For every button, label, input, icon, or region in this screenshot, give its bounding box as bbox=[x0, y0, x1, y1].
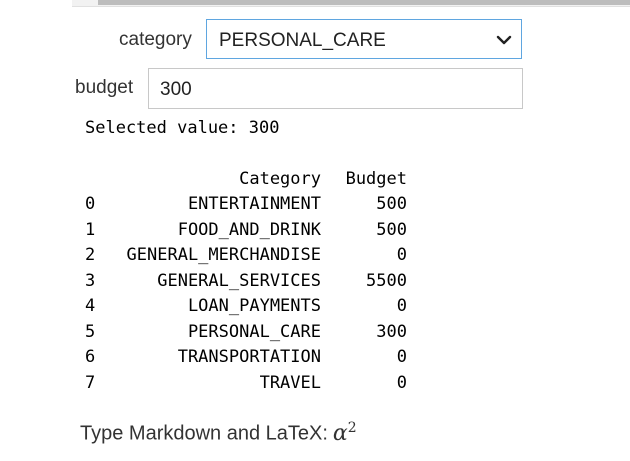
budget-dataframe: Category Budget 0 ENTERTAINMENT 500 1 FO… bbox=[85, 166, 407, 396]
row-category: FOOD_AND_DRINK bbox=[177, 219, 321, 240]
selected-value-output: Selected value: 300 bbox=[85, 118, 280, 138]
table-row: 7 TRAVEL 0 bbox=[85, 370, 407, 396]
row-index: 4 bbox=[85, 296, 96, 317]
row-category: LOAN_PAYMENTS bbox=[187, 296, 321, 317]
row-category: PERSONAL_CARE bbox=[187, 321, 321, 342]
category-column-header: Category bbox=[239, 168, 321, 189]
row-index: 3 bbox=[85, 270, 96, 291]
row-category: TRANSPORTATION bbox=[177, 347, 321, 368]
row-budget: 0 bbox=[396, 245, 407, 266]
table-row: 3 GENERAL_SERVICES 5500 bbox=[85, 268, 407, 294]
budget-input-value: 300 bbox=[160, 79, 192, 100]
horizontal-scrollbar[interactable] bbox=[72, 0, 630, 7]
scrollbar-thumb[interactable] bbox=[98, 0, 630, 5]
row-index: 6 bbox=[85, 347, 96, 368]
row-category: GENERAL_SERVICES bbox=[157, 270, 321, 291]
row-category: TRAVEL bbox=[259, 372, 321, 393]
row-category: ENTERTAINMENT bbox=[187, 194, 321, 215]
row-budget: 300 bbox=[376, 321, 407, 342]
table-row: 0 ENTERTAINMENT 500 bbox=[85, 192, 407, 218]
row-index: 1 bbox=[85, 219, 96, 240]
row-category: GENERAL_MERCHANDISE bbox=[126, 245, 321, 266]
row-budget: 5500 bbox=[366, 270, 407, 291]
category-selected-value: PERSONAL_CARE bbox=[219, 30, 386, 51]
row-budget: 0 bbox=[396, 372, 407, 393]
table-header-row: Category Budget bbox=[85, 166, 407, 192]
table-row: 1 FOOD_AND_DRINK 500 bbox=[85, 217, 407, 243]
row-index: 0 bbox=[85, 194, 96, 215]
table-row: 2 GENERAL_MERCHANDISE 0 bbox=[85, 243, 407, 269]
index-header bbox=[85, 166, 117, 192]
table-row: 4 LOAN_PAYMENTS 0 bbox=[85, 294, 407, 320]
markdown-cell-placeholder[interactable]: Type Markdown and LaTeX: α2 bbox=[80, 420, 357, 446]
latex-superscript: 2 bbox=[347, 420, 357, 436]
row-index: 7 bbox=[85, 372, 96, 393]
budget-column-header: Budget bbox=[345, 168, 407, 189]
table-row: 5 PERSONAL_CARE 300 bbox=[85, 319, 407, 345]
markdown-prompt-text: Type Markdown and LaTeX: bbox=[80, 422, 328, 445]
budget-input[interactable]: 300 bbox=[148, 68, 523, 109]
table-row: 6 TRANSPORTATION 0 bbox=[85, 345, 407, 371]
category-label: category bbox=[119, 29, 192, 50]
chevron-down-icon bbox=[496, 35, 512, 45]
row-index: 2 bbox=[85, 245, 96, 266]
row-budget: 500 bbox=[376, 194, 407, 215]
category-dropdown[interactable]: PERSONAL_CARE bbox=[206, 19, 522, 59]
row-index: 5 bbox=[85, 321, 96, 342]
row-budget: 500 bbox=[376, 219, 407, 240]
budget-label: budget bbox=[75, 77, 134, 98]
row-budget: 0 bbox=[396, 347, 407, 368]
row-budget: 0 bbox=[396, 296, 407, 317]
latex-alpha-symbol: α bbox=[332, 420, 348, 446]
